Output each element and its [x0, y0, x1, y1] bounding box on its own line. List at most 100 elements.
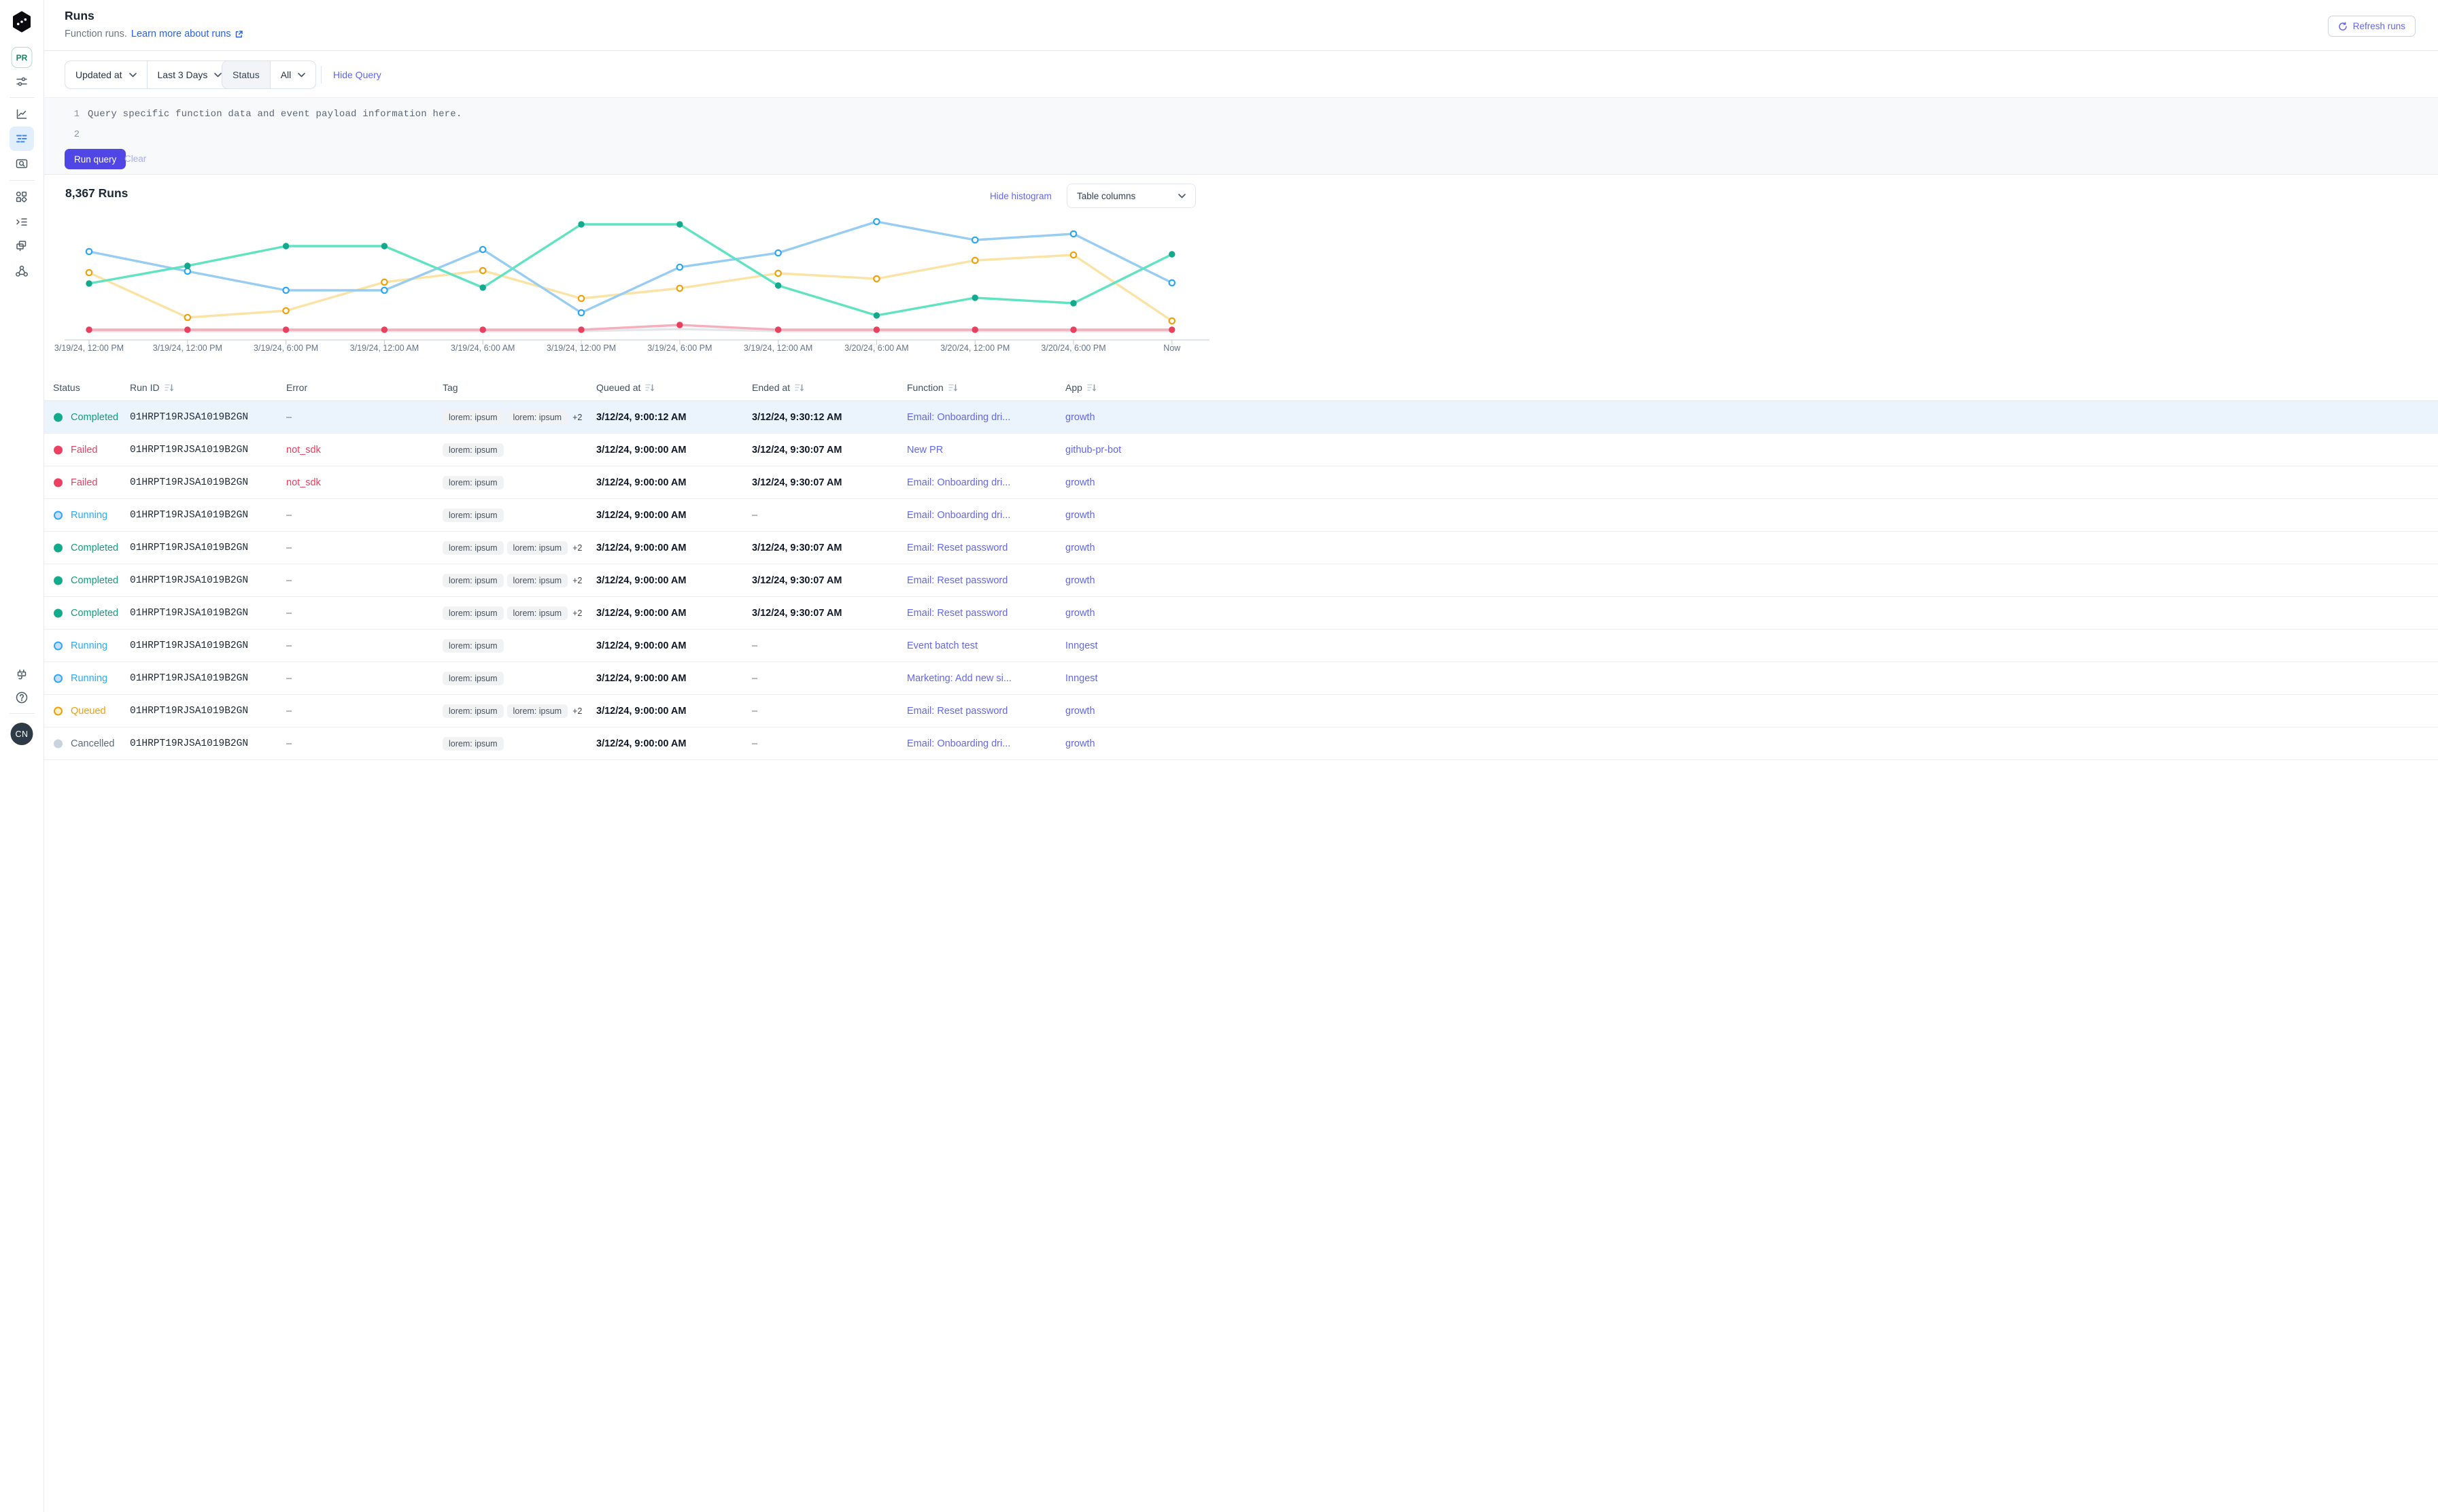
query-editor[interactable]: 1 2 Query specific function data and eve…	[44, 97, 2438, 175]
function-link[interactable]: Email: Onboarding dri...	[907, 499, 1010, 532]
table-row[interactable]: Completed 01HRPT19RJSA1019B2GN – lorem: …	[44, 564, 2438, 597]
tag-chip: lorem: ipsum	[443, 737, 504, 751]
function-link[interactable]: New PR	[907, 434, 943, 466]
x-axis-label: 3/19/24, 12:00 AM	[744, 343, 812, 353]
sort-icon	[645, 383, 655, 392]
clear-query-button[interactable]: Clear	[124, 154, 146, 164]
status-label: Failed	[71, 466, 98, 499]
runs-icon[interactable]	[10, 126, 34, 151]
status-dot	[54, 706, 63, 715]
queued-at: 3/12/24, 9:00:00 AM	[596, 499, 686, 532]
x-axis-label: 3/19/24, 6:00 AM	[451, 343, 515, 353]
external-link-icon	[235, 30, 243, 39]
app-link[interactable]: growth	[1065, 597, 1095, 630]
table-row[interactable]: Cancelled 01HRPT19RJSA1019B2GN – lorem: …	[44, 727, 2438, 760]
ended-at: –	[752, 695, 757, 727]
sidebar-divider	[10, 97, 35, 98]
column-header-queued-at[interactable]: Queued at	[596, 374, 655, 401]
function-link[interactable]: Marketing: Add new si...	[907, 662, 1012, 695]
table-row[interactable]: Completed 01HRPT19RJSA1019B2GN – lorem: …	[44, 532, 2438, 564]
chevron-down-icon	[129, 73, 137, 78]
status-filter-dropdown[interactable]: All	[271, 61, 316, 88]
tags-more: +2	[572, 532, 582, 564]
run-query-button[interactable]: Run query	[65, 149, 126, 169]
table-row[interactable]: Running 01HRPT19RJSA1019B2GN – lorem: ip…	[44, 630, 2438, 662]
x-axis-label: 3/19/24, 6:00 PM	[647, 343, 712, 353]
function-link[interactable]: Event batch test	[907, 630, 978, 662]
run-id: 01HRPT19RJSA1019B2GN	[130, 434, 248, 466]
x-axis-label: 3/20/24, 6:00 PM	[1041, 343, 1105, 353]
app-link[interactable]: growth	[1065, 401, 1095, 434]
learn-more-link[interactable]: Learn more about runs	[131, 29, 243, 39]
run-id: 01HRPT19RJSA1019B2GN	[130, 662, 248, 695]
time-range-dropdown[interactable]: Last 3 Days	[148, 61, 233, 88]
table-row[interactable]: Completed 01HRPT19RJSA1019B2GN – lorem: …	[44, 597, 2438, 630]
apps-icon[interactable]	[10, 185, 34, 209]
env-filter-icon[interactable]	[10, 69, 34, 94]
dev-server-icon[interactable]	[10, 663, 34, 687]
steps-icon[interactable]	[10, 210, 34, 235]
queued-at: 3/12/24, 9:00:00 AM	[596, 695, 686, 727]
function-link[interactable]: Email: Onboarding dri...	[907, 401, 1010, 434]
inngest-logo[interactable]	[12, 11, 32, 33]
status-label: Completed	[71, 597, 118, 630]
run-id: 01HRPT19RJSA1019B2GN	[130, 499, 248, 532]
tag-list: lorem: ipsumlorem: ipsum+2	[443, 695, 582, 727]
refresh-runs-button[interactable]: Refresh runs	[2328, 16, 2416, 37]
table-row[interactable]: Failed 01HRPT19RJSA1019B2GN not_sdk lore…	[44, 434, 2438, 466]
hide-histogram-link[interactable]: Hide histogram	[990, 191, 1052, 201]
sort-field-dropdown[interactable]: Updated at	[65, 61, 147, 88]
ended-at: 3/12/24, 9:30:07 AM	[752, 434, 842, 466]
table-row[interactable]: Failed 01HRPT19RJSA1019B2GN not_sdk lore…	[44, 466, 2438, 499]
user-avatar[interactable]: CN	[11, 723, 33, 745]
app-link[interactable]: growth	[1065, 727, 1095, 760]
column-header-app[interactable]: App	[1065, 374, 1097, 401]
table-row[interactable]: Queued 01HRPT19RJSA1019B2GN – lorem: ips…	[44, 695, 2438, 727]
app-link[interactable]: growth	[1065, 532, 1095, 564]
sort-icon	[1087, 383, 1097, 392]
column-header-status: Status	[53, 374, 80, 401]
function-link[interactable]: Email: Reset password	[907, 564, 1008, 597]
help-icon[interactable]	[10, 685, 34, 710]
status-dot	[54, 413, 63, 422]
metrics-icon[interactable]	[10, 102, 34, 126]
column-header-function[interactable]: Function	[907, 374, 958, 401]
x-axis-label: 3/20/24, 6:00 AM	[844, 343, 909, 353]
events-search-icon[interactable]	[10, 152, 34, 176]
queued-at: 3/12/24, 9:00:00 AM	[596, 727, 686, 760]
deploys-icon[interactable]	[10, 234, 34, 258]
column-header-ended-at[interactable]: Ended at	[752, 374, 804, 401]
workspace-badge[interactable]: PR	[12, 47, 33, 68]
app-link[interactable]: growth	[1065, 499, 1095, 532]
status-dot	[54, 608, 63, 617]
function-link[interactable]: Email: Reset password	[907, 597, 1008, 630]
function-link[interactable]: Email: Onboarding dri...	[907, 727, 1010, 760]
app-link[interactable]: github-pr-bot	[1065, 434, 1121, 466]
app-link[interactable]: growth	[1065, 466, 1095, 499]
column-header-run-id[interactable]: Run ID	[130, 374, 174, 401]
app-link[interactable]: growth	[1065, 564, 1095, 597]
table-row[interactable]: Running 01HRPT19RJSA1019B2GN – lorem: ip…	[44, 662, 2438, 695]
hide-query-link[interactable]: Hide Query	[333, 69, 381, 80]
queued-at: 3/12/24, 9:00:00 AM	[596, 597, 686, 630]
function-link[interactable]: Email: Reset password	[907, 695, 1008, 727]
queued-at: 3/12/24, 9:00:12 AM	[596, 401, 686, 434]
x-axis-label: 3/20/24, 12:00 PM	[940, 343, 1010, 353]
tag-chip: lorem: ipsum	[507, 704, 568, 719]
function-link[interactable]: Email: Onboarding dri...	[907, 466, 1010, 499]
table-columns-dropdown[interactable]: Table columns	[1067, 184, 1196, 208]
table-row[interactable]: Running 01HRPT19RJSA1019B2GN – lorem: ip…	[44, 499, 2438, 532]
status-dot	[54, 445, 63, 454]
error-value: –	[286, 662, 292, 695]
run-id: 01HRPT19RJSA1019B2GN	[130, 630, 248, 662]
app-link[interactable]: Inngest	[1065, 630, 1098, 662]
table-row[interactable]: Completed 01HRPT19RJSA1019B2GN – lorem: …	[44, 401, 2438, 434]
time-filter-group: Updated at Last 3 Days	[65, 61, 233, 89]
function-link[interactable]: Email: Reset password	[907, 532, 1008, 564]
error-value: –	[286, 564, 292, 597]
app-link[interactable]: Inngest	[1065, 662, 1098, 695]
webhook-icon[interactable]	[10, 259, 34, 284]
app-link[interactable]: growth	[1065, 695, 1095, 727]
error-value: –	[286, 401, 292, 434]
subtitle-text: Function runs.	[65, 29, 127, 39]
